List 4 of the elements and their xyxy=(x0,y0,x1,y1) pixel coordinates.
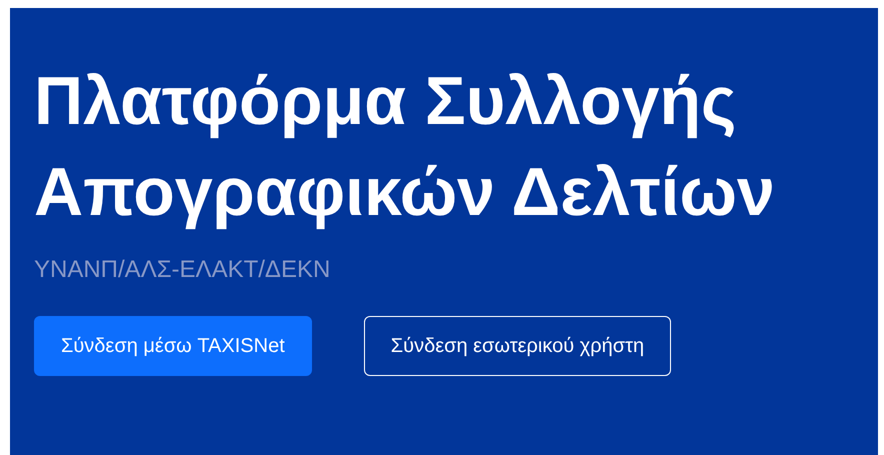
internal-user-login-button[interactable]: Σύνδεση εσωτερικού χρήστη xyxy=(364,316,672,376)
subtitle: ΥΝΑΝΠ/ΑΛΣ-ΕΛΑΚΤ/ΔΕΚΝ xyxy=(34,256,330,284)
page-title: Πλατφόρμα Συλλογής Απογραφικών Δελτίων xyxy=(34,62,776,232)
taxisnet-login-button[interactable]: Σύνδεση μέσω TAXISNet xyxy=(34,316,312,376)
